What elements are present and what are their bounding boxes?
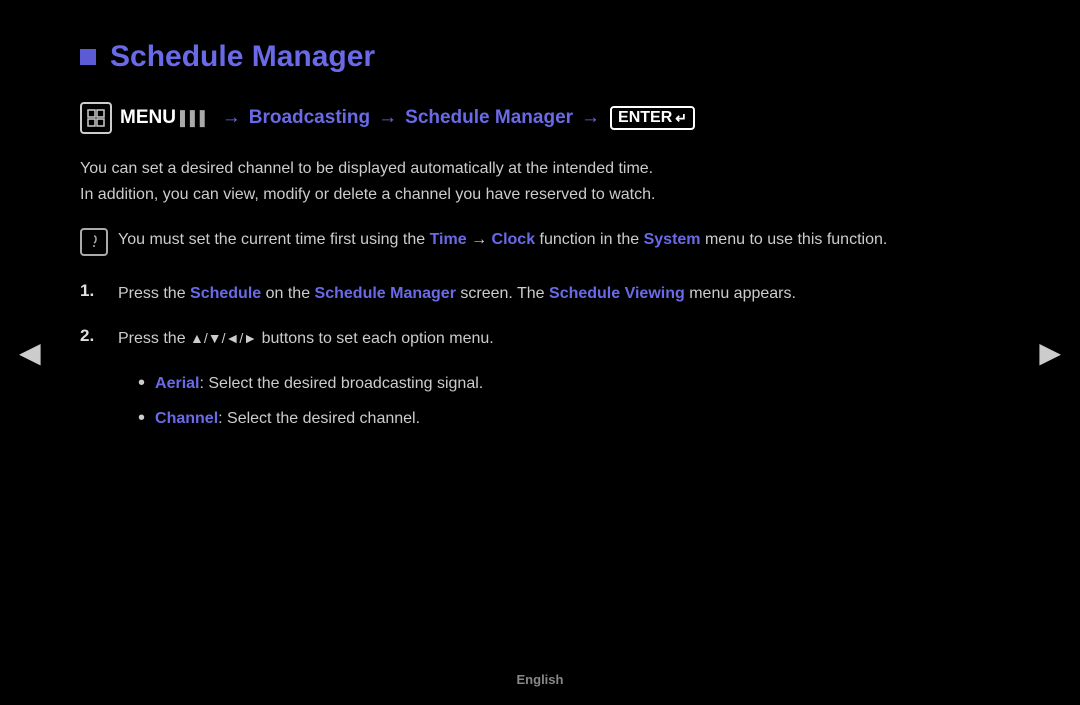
main-content: Schedule Manager MENU ▌▌▌ → Broadcasting… <box>60 0 1020 705</box>
channel-text: : Select the desired channel. <box>218 410 420 427</box>
nav-left-button[interactable]: ◄ <box>0 322 60 384</box>
bullet-list: • Aerial: Select the desired broadcastin… <box>138 371 1000 432</box>
broadcasting-label: Broadcasting <box>249 107 370 129</box>
menu-path-row: MENU ▌▌▌ → Broadcasting → Schedule Manag… <box>80 102 1000 134</box>
aerial-text: : Select the desired broadcasting signal… <box>199 375 483 392</box>
note-system: System <box>644 231 701 248</box>
step-1-before: Press the <box>118 285 190 302</box>
menu-arrow-2: → <box>378 107 397 129</box>
note-text-after: function in the <box>535 231 644 248</box>
bullet-dot-2: • <box>138 406 145 430</box>
bullet-item-aerial: • Aerial: Select the desired broadcastin… <box>138 371 1000 397</box>
step-1-mid: on the <box>261 285 314 302</box>
step-1: 1. Press the Schedule on the Schedule Ma… <box>80 280 1000 307</box>
step-1-schedule: Schedule <box>190 285 261 302</box>
aerial-label: Aerial <box>155 375 199 392</box>
page-title: Schedule Manager <box>110 40 375 74</box>
enter-label: ENTER <box>618 109 672 127</box>
nav-right-button[interactable]: ► <box>1020 322 1080 384</box>
right-arrow-icon: ► <box>1032 332 1068 373</box>
step-2-direction-symbols: ▲/▼/◄/► <box>190 330 257 346</box>
description: You can set a desired channel to be disp… <box>80 156 1000 207</box>
footer-language: English <box>517 672 564 687</box>
note-clock: Clock <box>492 231 536 248</box>
title-square-icon <box>80 49 96 65</box>
enter-icon: ENTER ↵ <box>610 106 695 130</box>
note-arrow: → <box>467 231 492 248</box>
note-text-end: menu to use this function. <box>701 231 888 248</box>
menu-arrow-1: → <box>222 107 241 129</box>
description-line1: You can set a desired channel to be disp… <box>80 160 653 177</box>
note-row: You must set the current time first usin… <box>80 227 1000 256</box>
step-1-number: 1. <box>80 281 106 301</box>
left-arrow-icon: ◄ <box>12 332 48 373</box>
step-1-schedule-manager: Schedule Manager <box>315 285 456 302</box>
step-1-text: Press the Schedule on the Schedule Manag… <box>118 280 796 307</box>
note-text: You must set the current time first usin… <box>118 227 887 253</box>
channel-label: Channel <box>155 410 218 427</box>
bullet-dot-1: • <box>138 371 145 395</box>
bullet-aerial-text: Aerial: Select the desired broadcasting … <box>155 371 483 397</box>
note-time: Time <box>430 231 467 248</box>
step-2: 2. Press the ▲/▼/◄/► buttons to set each… <box>80 325 1000 352</box>
bullet-item-channel: • Channel: Select the desired channel. <box>138 406 1000 432</box>
menu-arrow-3: → <box>581 107 600 129</box>
description-line2: In addition, you can view, modify or del… <box>80 186 655 203</box>
title-row: Schedule Manager <box>80 40 1000 74</box>
step-1-after: screen. The <box>456 285 549 302</box>
menu-icon <box>80 102 112 134</box>
bullet-channel-text: Channel: Select the desired channel. <box>155 406 420 432</box>
step-1-schedule-viewing: Schedule Viewing <box>549 285 685 302</box>
menu-separator-1: ▌▌▌ <box>180 110 210 126</box>
step-2-text: Press the ▲/▼/◄/► buttons to set each op… <box>118 325 494 352</box>
footer: English <box>0 672 1080 687</box>
step-1-end: menu appears. <box>685 285 796 302</box>
schedule-manager-label: Schedule Manager <box>405 107 573 129</box>
step-2-before: Press the <box>118 330 190 347</box>
note-text-before: You must set the current time first usin… <box>118 231 430 248</box>
enter-arrow-icon: ↵ <box>675 110 687 127</box>
step-2-after: buttons to set each option menu. <box>257 330 494 347</box>
note-icon <box>80 228 108 256</box>
menu-label: MENU <box>120 107 176 129</box>
step-2-number: 2. <box>80 326 106 346</box>
